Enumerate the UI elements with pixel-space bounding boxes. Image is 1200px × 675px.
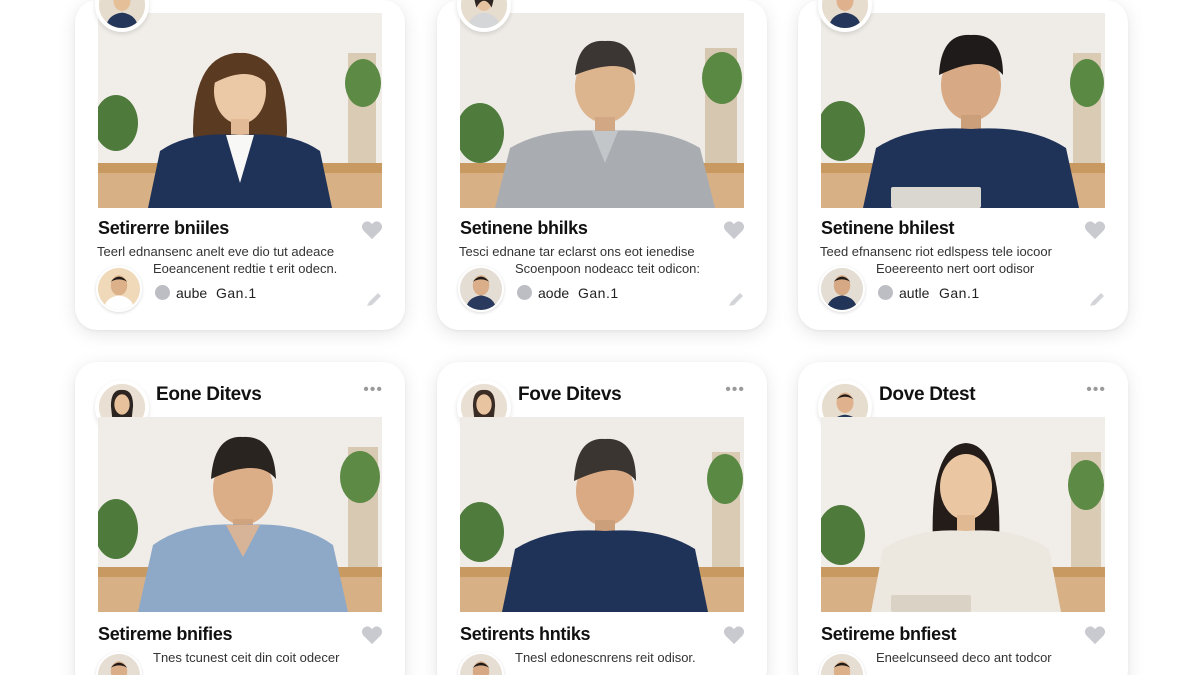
post-title: Setireme bnfiest (821, 624, 957, 644)
post-photo (821, 13, 1105, 208)
post-card[interactable]: Setinene bhilest Teed efnansenc riot edl… (798, 0, 1128, 330)
author-name[interactable]: Dove Dtest (879, 384, 976, 406)
heart-icon[interactable] (723, 625, 745, 645)
post-description: Teed efnansenc riot edlspess tele iocoor (820, 244, 1052, 259)
heart-icon[interactable] (1084, 220, 1106, 240)
post-photo (821, 417, 1105, 612)
post-title: Setinene bhilest (821, 218, 955, 238)
post-description-line2: Scoenpoon nodeacc teit odicon: (515, 261, 701, 276)
meta-date: Gan.1 (216, 285, 257, 301)
post-description: Eneelcunseed deco ant todcor (876, 650, 1052, 665)
commenter-avatar[interactable] (96, 652, 142, 675)
status-dot (517, 285, 532, 300)
meta-username[interactable]: aode (538, 285, 569, 301)
post-card[interactable]: Dove Dtest ••• Setireme bnfiest Eneelcun… (798, 362, 1128, 675)
commenter-avatar[interactable] (458, 266, 504, 312)
commenter-avatar[interactable] (96, 266, 142, 312)
commenter-avatar[interactable] (819, 652, 865, 675)
heart-icon[interactable] (723, 220, 745, 240)
pencil-icon[interactable] (727, 292, 745, 308)
post-title: Setirerre bniiles (98, 218, 229, 238)
post-title: Setinene bhilks (460, 218, 588, 238)
post-description: Tnes tcunest ceit din coit odecer (153, 650, 340, 665)
status-dot (878, 285, 893, 300)
post-photo (98, 13, 382, 208)
meta-date: Gan.1 (939, 285, 980, 301)
post-description: Tesci ednane tar eclarst ons eot ienedis… (459, 244, 695, 259)
post-photo (460, 417, 744, 612)
meta-username[interactable]: aube (176, 285, 207, 301)
commenter-avatar[interactable] (819, 266, 865, 312)
pencil-icon[interactable] (1088, 292, 1106, 308)
heart-icon[interactable] (361, 220, 383, 240)
pencil-icon[interactable] (365, 292, 383, 308)
author-name[interactable]: Fove Ditevs (518, 384, 622, 406)
more-dots-icon[interactable]: ••• (363, 382, 383, 398)
commenter-avatar[interactable] (458, 652, 504, 675)
post-description-line2: Eoeancenent redtie t erit odecn. (153, 261, 338, 276)
heart-icon[interactable] (361, 625, 383, 645)
post-title: Setireme bnifies (98, 624, 233, 644)
author-name[interactable]: Eone Ditevs (156, 384, 262, 406)
post-description: Teerl ednansenc anelt eve dio tut adeace (97, 244, 335, 259)
more-dots-icon[interactable]: ••• (1086, 382, 1106, 398)
post-photo (460, 13, 744, 208)
meta-date: Gan.1 (578, 285, 619, 301)
post-title: Setirents hntiks (460, 624, 591, 644)
post-card[interactable]: Fove Ditevs ••• Setirents hntiks Tnesl e… (437, 362, 767, 675)
post-card[interactable]: Setinene bhilks Tesci ednane tar eclarst… (437, 0, 767, 330)
heart-icon[interactable] (1084, 625, 1106, 645)
meta-username[interactable]: autle (899, 285, 929, 301)
post-card[interactable]: Setirerre bniiles Teerl ednansenc anelt … (75, 0, 405, 330)
post-photo (98, 417, 382, 612)
post-description-line2: Eoeereento nert oort odisor (876, 261, 1035, 276)
more-dots-icon[interactable]: ••• (725, 382, 745, 398)
status-dot (155, 285, 170, 300)
post-description: Tnesl edonescnrens reit odisor. (515, 650, 696, 665)
post-card[interactable]: Eone Ditevs ••• Setireme bnifies Tnes tc… (75, 362, 405, 675)
